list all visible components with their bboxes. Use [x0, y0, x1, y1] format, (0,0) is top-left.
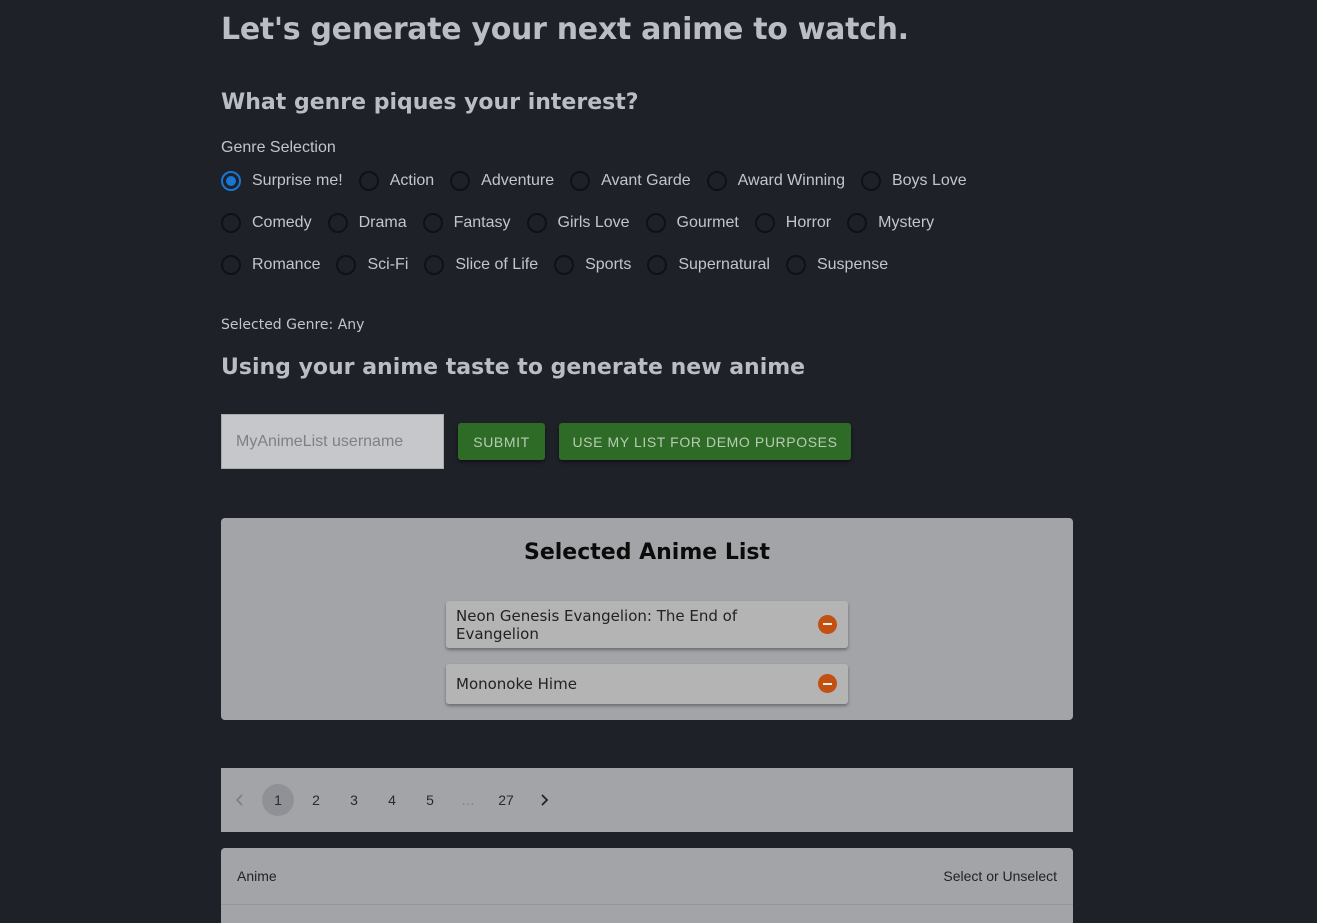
genre-option-drama[interactable]: Drama	[327, 213, 407, 233]
page-button-4[interactable]: 4	[376, 784, 408, 816]
radio-unchecked-icon[interactable]	[526, 213, 547, 233]
genre-option-supernatural[interactable]: Supernatural	[647, 255, 770, 275]
radio-unchecked-icon[interactable]	[450, 171, 471, 191]
selected-anime-item: Neon Genesis Evangelion: The End of Evan…	[446, 601, 848, 648]
genre-option-girls-love[interactable]: Girls Love	[526, 213, 630, 233]
radio-unchecked-icon[interactable]	[554, 255, 575, 275]
page-button-3[interactable]: 3	[338, 784, 370, 816]
radio-unchecked-icon[interactable]	[424, 255, 445, 275]
chevron-left-icon[interactable]	[224, 784, 256, 816]
page-button-5[interactable]: 5	[414, 784, 446, 816]
radio-checked-icon[interactable]	[221, 171, 241, 191]
genre-option-surprise-me[interactable]: Surprise me!	[221, 171, 343, 191]
genre-option-boys-love[interactable]: Boys Love	[860, 171, 967, 191]
genre-heading: What genre piques your interest?	[221, 90, 639, 115]
radio-unchecked-icon[interactable]	[754, 213, 775, 233]
radio-unchecked-icon[interactable]	[570, 171, 591, 191]
page-button-2[interactable]: 2	[300, 784, 332, 816]
radio-unchecked-icon[interactable]	[422, 213, 443, 233]
genre-radio-row-2: Comedy Drama Fantasy Girls Love Gourmet …	[221, 211, 950, 235]
genre-option-avant-garde[interactable]: Avant Garde	[570, 171, 691, 191]
selected-anime-panel: Selected Anime List Neon Genesis Evangel…	[221, 518, 1073, 720]
radio-unchecked-icon[interactable]	[647, 255, 668, 275]
remove-circle-icon[interactable]	[818, 614, 837, 634]
use-demo-list-button[interactable]: USE MY LIST FOR DEMO PURPOSES	[559, 423, 851, 460]
username-input[interactable]	[221, 414, 444, 469]
page-ellipsis: …	[461, 792, 475, 808]
anime-item-title: Neon Genesis Evangelion: The End of Evan…	[456, 606, 738, 643]
radio-unchecked-icon[interactable]	[221, 213, 241, 233]
genre-option-adventure[interactable]: Adventure	[450, 171, 554, 191]
selected-anime-item: Mononoke Hime	[446, 664, 848, 704]
genre-option-slice-of-life[interactable]: Slice of Life	[424, 255, 538, 275]
radio-unchecked-icon[interactable]	[645, 213, 666, 233]
genre-option-sci-fi[interactable]: Sci-Fi	[336, 255, 408, 275]
genre-option-comedy[interactable]: Comedy	[221, 213, 312, 233]
radio-unchecked-icon[interactable]	[221, 255, 241, 275]
page-button-27[interactable]: 27	[490, 784, 522, 816]
genre-option-horror[interactable]: Horror	[754, 213, 831, 233]
pagination: 1 2 3 4 5 … 27	[221, 768, 1073, 832]
radio-unchecked-icon[interactable]	[847, 213, 868, 233]
page-button-1[interactable]: 1	[262, 784, 294, 816]
selected-genre-text: Selected Genre: Any	[221, 317, 365, 333]
remove-circle-icon[interactable]	[818, 674, 837, 693]
selected-anime-title: Selected Anime List	[523, 540, 771, 565]
genre-option-romance[interactable]: Romance	[221, 255, 320, 275]
radio-unchecked-icon[interactable]	[860, 171, 881, 191]
radio-unchecked-icon[interactable]	[785, 255, 806, 275]
genre-radio-row-1: Surprise me! Action Adventure Avant Gard…	[221, 169, 983, 193]
anime-table-header: Anime Select or Unselect	[221, 848, 1073, 923]
column-header-select: Select or Unselect	[943, 868, 1057, 884]
anime-item-title: Mononoke Hime	[456, 675, 577, 693]
genre-option-suspense[interactable]: Suspense	[785, 255, 888, 275]
page-title: Let's generate your next anime to watch.	[221, 12, 909, 47]
genre-option-action[interactable]: Action	[358, 171, 434, 191]
genre-option-sports[interactable]: Sports	[554, 255, 631, 275]
table-divider	[221, 904, 1073, 905]
genre-option-gourmet[interactable]: Gourmet	[645, 213, 739, 233]
genre-option-award-winning[interactable]: Award Winning	[706, 171, 845, 191]
genre-option-mystery[interactable]: Mystery	[847, 213, 934, 233]
genre-selection-label: Genre Selection	[221, 139, 336, 156]
submit-button[interactable]: SUBMIT	[458, 423, 545, 460]
radio-unchecked-icon[interactable]	[336, 255, 357, 275]
radio-unchecked-icon[interactable]	[327, 213, 348, 233]
taste-heading: Using your anime taste to generate new a…	[221, 355, 806, 380]
genre-option-fantasy[interactable]: Fantasy	[422, 213, 511, 233]
chevron-right-icon[interactable]	[528, 784, 560, 816]
radio-unchecked-icon[interactable]	[706, 171, 727, 191]
column-header-anime: Anime	[237, 868, 277, 884]
radio-unchecked-icon[interactable]	[358, 171, 379, 191]
genre-radio-row-3: Romance Sci-Fi Slice of Life Sports Supe…	[221, 253, 904, 277]
